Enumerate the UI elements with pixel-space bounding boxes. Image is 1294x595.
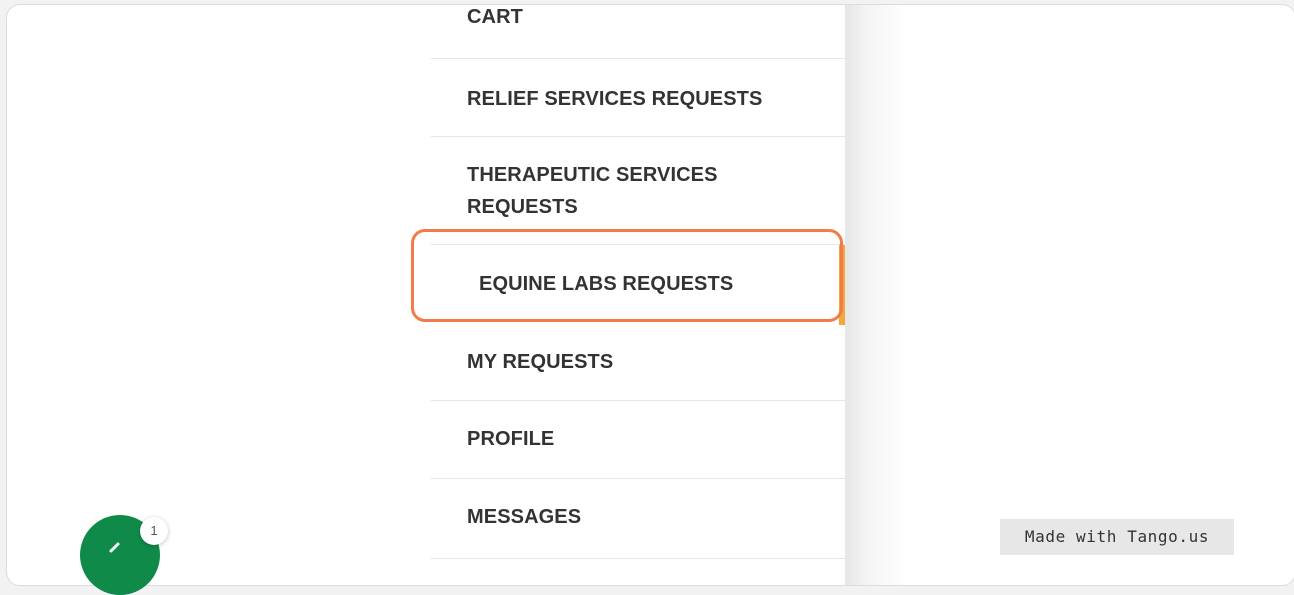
menu-item-equine-labs-requests[interactable]: EQUINE LABS REQUESTS xyxy=(431,245,845,325)
menu-item-profile[interactable]: PROFILE xyxy=(431,401,845,479)
menu-item-label: MY REQUESTS xyxy=(467,351,614,373)
navigation-menu: CART RELIEF SERVICES REQUESTS THERAPEUTI… xyxy=(431,5,845,585)
active-indicator xyxy=(839,245,845,325)
notification-badge: 1 xyxy=(140,517,168,545)
menu-item-label: EQUINE LABS REQUESTS xyxy=(479,273,734,295)
menu-item-label: CART xyxy=(467,6,523,28)
menu-item-my-requests[interactable]: MY REQUESTS xyxy=(431,325,845,401)
menu-item-label: THERAPEUTIC SERVICES REQUESTS xyxy=(467,164,718,218)
menu-item-label: MESSAGES xyxy=(467,506,582,528)
panel-shadow xyxy=(845,5,905,585)
tango-watermark: Made with Tango.us xyxy=(1000,519,1234,555)
chat-icon xyxy=(109,542,120,553)
menu-item-label: PROFILE xyxy=(467,428,555,450)
menu-item-messages[interactable]: MESSAGES xyxy=(431,479,845,559)
menu-item-therapeutic-services-requests[interactable]: THERAPEUTIC SERVICES REQUESTS xyxy=(431,137,845,245)
menu-item-relief-services-requests[interactable]: RELIEF SERVICES REQUESTS xyxy=(431,59,845,137)
menu-item-label: RELIEF SERVICES REQUESTS xyxy=(467,88,763,110)
menu-item-cart[interactable]: CART xyxy=(431,5,845,59)
app-frame: CART RELIEF SERVICES REQUESTS THERAPEUTI… xyxy=(6,4,1294,586)
